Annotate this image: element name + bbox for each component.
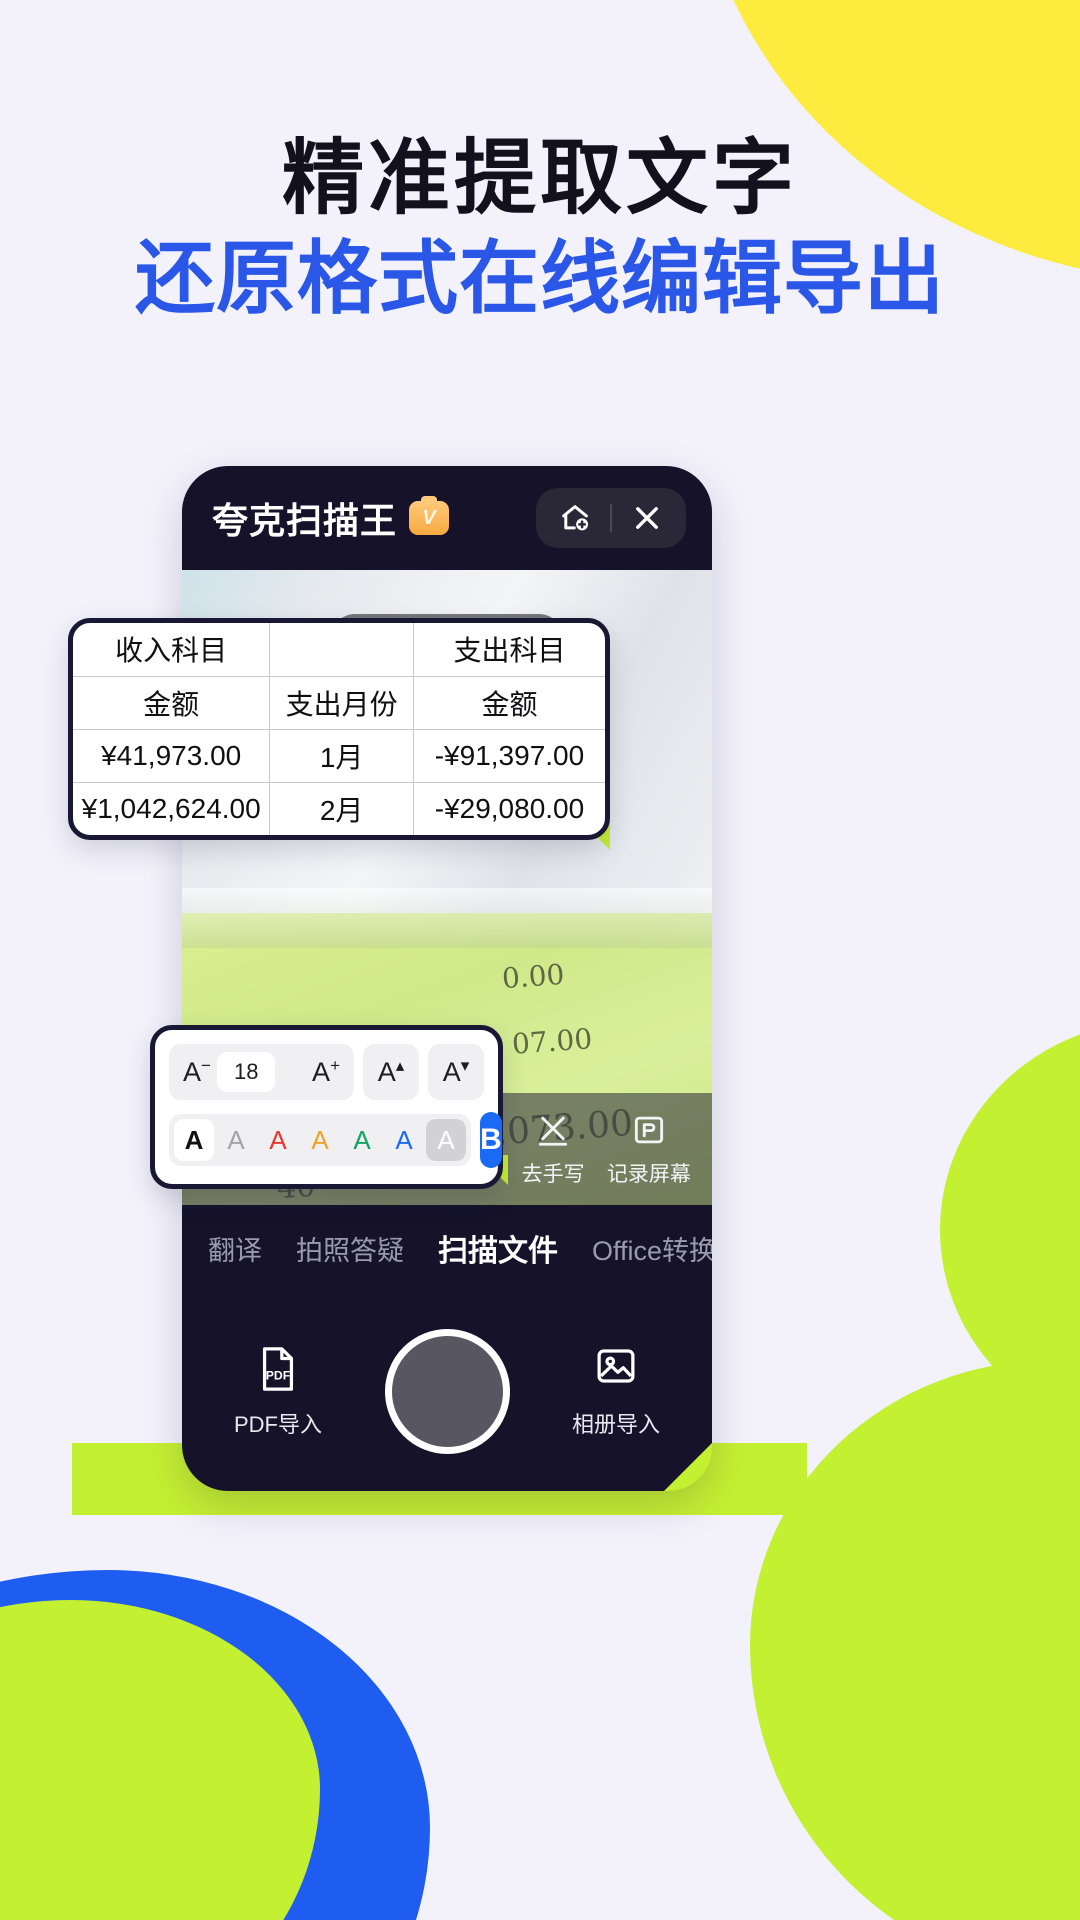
table-cell[interactable]: ¥1,042,624.00 xyxy=(73,781,271,835)
color-swatch-green[interactable]: A xyxy=(342,1119,382,1161)
table-cell[interactable]: 支出科目 xyxy=(412,623,605,677)
font-size-group: A− 18 A+ xyxy=(169,1044,354,1100)
pdf-import-button[interactable]: PDF PDF导入 xyxy=(234,1343,322,1439)
color-swatch-red[interactable]: A xyxy=(258,1119,298,1161)
table-cell[interactable]: 金额 xyxy=(412,675,605,730)
pdf-import-label: PDF导入 xyxy=(234,1412,323,1437)
color-swatch-white[interactable]: A xyxy=(426,1119,466,1161)
table-cell[interactable] xyxy=(269,623,414,677)
recognized-table-card[interactable]: 收入科目 支出科目 金额 支出月份 金额 ¥41,973.00 1月 -¥91,… xyxy=(68,618,610,840)
pdf-import-icon: PDF xyxy=(255,1343,301,1395)
tab-translate[interactable]: 翻译 xyxy=(208,1229,262,1268)
table-cell[interactable]: 1月 xyxy=(269,728,414,783)
font-size-value[interactable]: 18 xyxy=(216,1052,276,1092)
tool-label: 去手写 xyxy=(521,1162,585,1186)
color-swatch-group: A A A A A A A xyxy=(169,1114,471,1166)
bold-button[interactable]: B xyxy=(480,1112,502,1168)
tab-scan-document[interactable]: 扫描文件 xyxy=(438,1226,558,1270)
capture-bar: PDF PDF导入 相册导入 xyxy=(182,1291,712,1491)
headline-line-2: 还原格式在线编辑导出 xyxy=(135,233,945,323)
headline: 精准提取文字 还原格式在线编辑导出 xyxy=(0,133,1080,327)
tool-screen-record[interactable]: 记录屏幕 xyxy=(607,1111,691,1188)
handwriting-text: 07.00 xyxy=(510,1022,594,1061)
color-swatch-gray[interactable]: A xyxy=(216,1119,256,1161)
headline-line-1: 精准提取文字 xyxy=(281,133,798,224)
screen-record-icon xyxy=(630,1111,668,1149)
font-size-row: A− 18 A+ A▴ A▾ xyxy=(169,1044,484,1100)
tab-photo-qa[interactable]: 拍照答疑 xyxy=(296,1229,404,1268)
increase-font-button[interactable]: A+ xyxy=(312,1056,340,1088)
recognized-table: 收入科目 支出科目 金额 支出月份 金额 ¥41,973.00 1月 -¥91,… xyxy=(73,623,605,835)
tool-remove-handwriting[interactable]: 去手写 xyxy=(522,1111,585,1188)
table-row[interactable]: 金额 支出月份 金额 xyxy=(73,675,605,730)
paper-crease xyxy=(182,887,712,948)
album-import-label: 相册导入 xyxy=(571,1412,660,1437)
album-import-button[interactable]: 相册导入 xyxy=(572,1343,660,1439)
text-format-toolbar: A− 18 A+ A▴ A▾ A A A A A A A B xyxy=(150,1025,503,1189)
table-cell[interactable]: -¥91,397.00 xyxy=(412,728,605,783)
album-import-icon xyxy=(593,1343,639,1395)
table-cell[interactable]: 收入科目 xyxy=(73,623,271,677)
raise-text-button[interactable]: A▴ xyxy=(363,1044,419,1100)
app-title: 夸克扫描王 xyxy=(212,500,398,541)
decrease-font-button[interactable]: A− xyxy=(183,1056,211,1088)
table-cell[interactable]: -¥29,080.00 xyxy=(412,781,605,835)
table-cell[interactable]: 金额 xyxy=(73,675,271,730)
lower-text-button[interactable]: A▾ xyxy=(428,1044,484,1100)
handwriting-text: 0.00 xyxy=(500,957,566,996)
shutter-button[interactable] xyxy=(384,1328,510,1454)
header-actions-pill xyxy=(536,488,686,548)
app-header: 夸克扫描王 V xyxy=(182,466,712,570)
close-icon[interactable] xyxy=(630,501,664,535)
table-cell[interactable]: 2月 xyxy=(269,781,414,835)
header-divider xyxy=(610,504,612,532)
color-swatch-blue[interactable]: A xyxy=(384,1119,424,1161)
tool-label: 记录屏幕 xyxy=(606,1162,691,1186)
vip-badge: V xyxy=(409,496,450,535)
table-cell[interactable]: ¥41,973.00 xyxy=(73,728,271,783)
text-color-row: A A A A A A A B xyxy=(169,1112,502,1168)
table-cell[interactable]: 支出月份 xyxy=(269,675,414,730)
color-swatch-orange[interactable]: A xyxy=(300,1119,340,1161)
feature-tabs: 翻译 拍照答疑 扫描文件 Office转换 提取 xyxy=(182,1205,712,1291)
table-row[interactable]: ¥1,042,624.00 2月 -¥29,080.00 xyxy=(73,781,605,835)
table-row[interactable]: 收入科目 支出科目 xyxy=(73,623,605,677)
remove-handwriting-icon xyxy=(534,1111,572,1149)
color-swatch-black[interactable]: A xyxy=(174,1119,214,1161)
table-row[interactable]: ¥41,973.00 1月 -¥91,397.00 xyxy=(73,728,605,783)
home-add-icon[interactable] xyxy=(558,501,592,535)
svg-text:PDF: PDF xyxy=(266,1369,291,1383)
tab-office-convert[interactable]: Office转换 xyxy=(592,1229,712,1268)
